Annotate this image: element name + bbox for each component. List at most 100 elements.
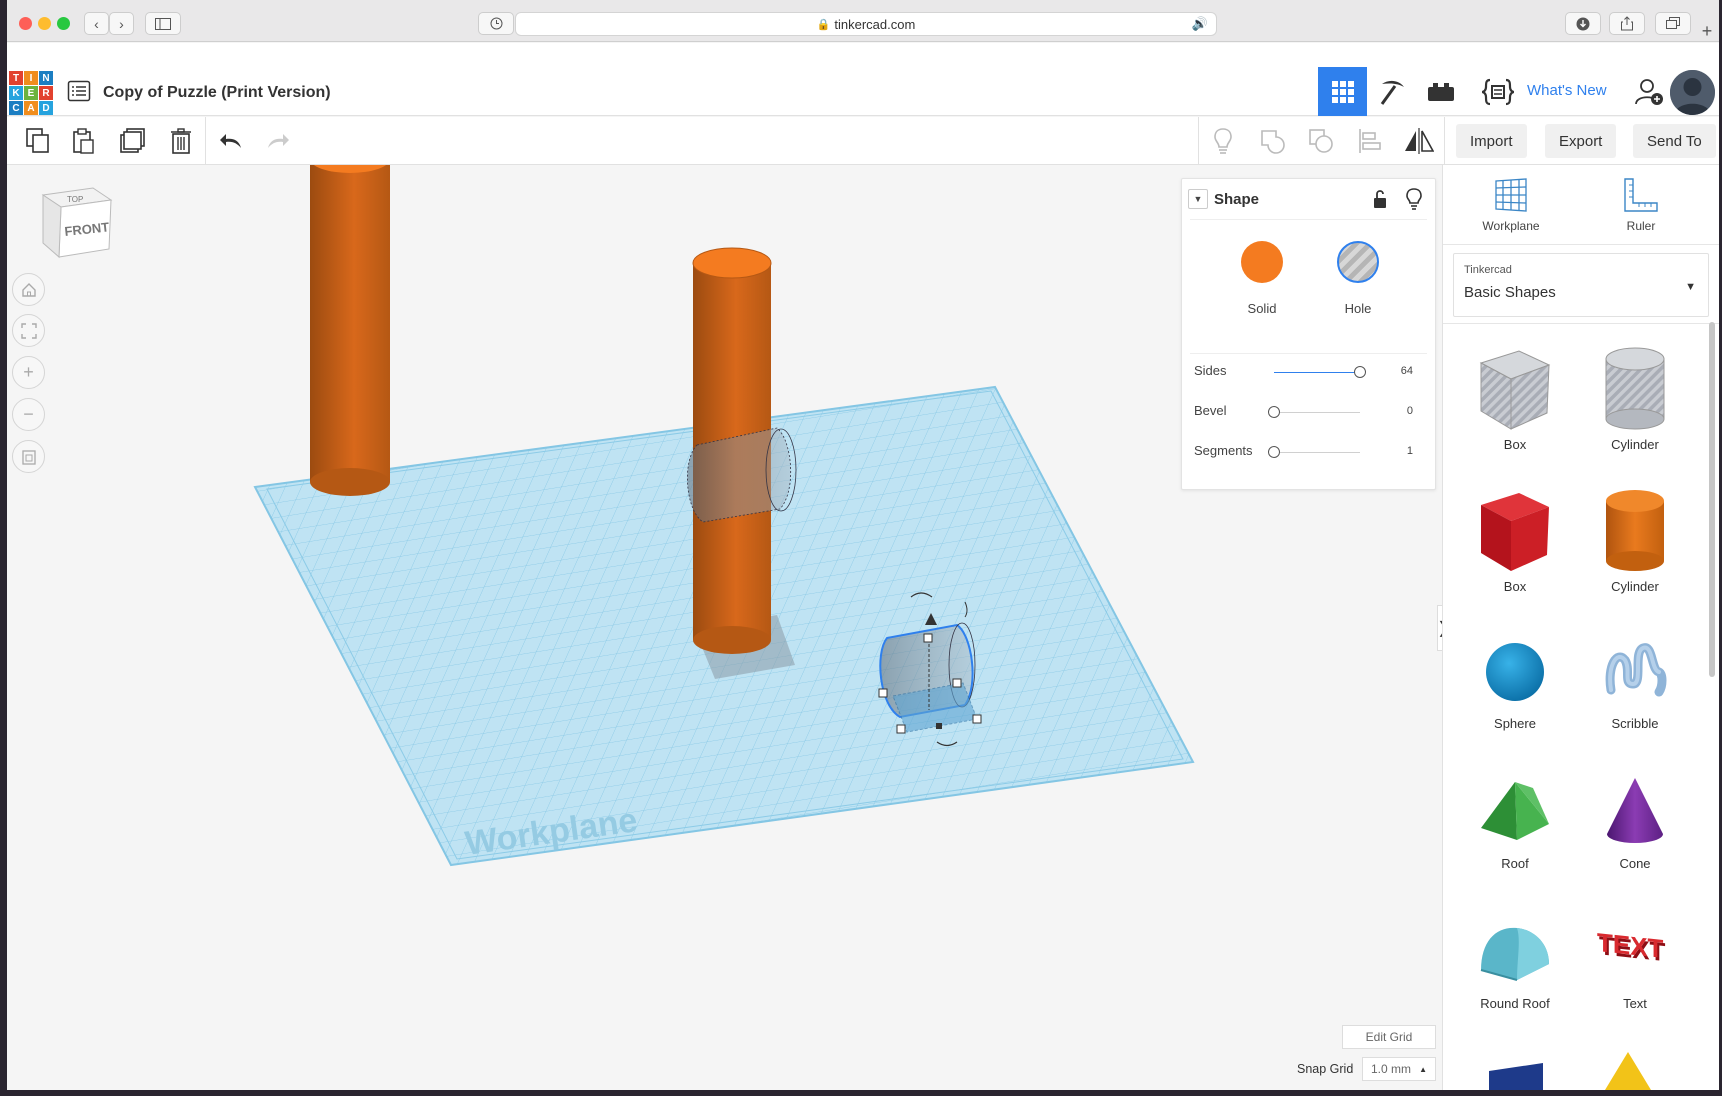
invite-user-button[interactable] <box>1624 67 1673 116</box>
home-icon <box>21 282 36 297</box>
shape-roof[interactable]: Roof <box>1460 770 1570 871</box>
property-value[interactable]: 64 <box>1401 365 1413 377</box>
sphere-icon <box>1486 643 1544 701</box>
close-window-button[interactable] <box>19 17 32 30</box>
property-slider-track[interactable] <box>1274 372 1360 373</box>
back-button[interactable]: ‹ <box>84 12 109 35</box>
fit-view-button[interactable] <box>12 314 45 347</box>
home-view-button[interactable] <box>12 273 45 306</box>
blocks-view-button[interactable] <box>1367 67 1416 116</box>
export-button[interactable]: Export <box>1545 124 1617 158</box>
delete-button[interactable] <box>158 117 204 165</box>
shape-sphere[interactable]: Sphere <box>1460 630 1570 731</box>
duplicate-icon <box>120 128 145 153</box>
collapse-inspector-button[interactable]: ▼ <box>1188 189 1208 209</box>
property-slider-knob[interactable] <box>1354 366 1366 378</box>
duplicate-button[interactable] <box>110 117 156 165</box>
shape-label: Box <box>1503 579 1527 594</box>
downloads-button[interactable] <box>1565 12 1601 35</box>
ungroup-icon <box>1309 129 1333 153</box>
address-bar[interactable]: 🔒 tinkercad.com 🔊 <box>515 12 1217 36</box>
shape-text[interactable]: TEXT TEXT Text <box>1580 910 1690 1011</box>
hide-button[interactable] <box>1406 188 1422 215</box>
panel-divider <box>1443 244 1719 245</box>
workplane-tool[interactable]: Workplane <box>1466 177 1556 233</box>
solid-swatch[interactable] <box>1241 241 1283 283</box>
avatar[interactable] <box>1670 70 1715 115</box>
chevron-right-icon: › <box>119 15 124 32</box>
logo-letter: D <box>39 101 53 115</box>
align-button[interactable] <box>1347 117 1393 165</box>
shape-round-roof[interactable]: Round Roof <box>1460 910 1570 1011</box>
property-value[interactable]: 1 <box>1407 445 1413 457</box>
resize-handle[interactable] <box>923 633 933 643</box>
3d-design-view-button[interactable] <box>1318 67 1367 116</box>
resize-handle[interactable] <box>972 714 982 724</box>
tabs-button[interactable] <box>1655 12 1691 35</box>
resize-handle[interactable] <box>896 724 906 734</box>
forward-button[interactable]: › <box>109 12 134 35</box>
design-title[interactable]: Copy of Puzzle (Print Version) <box>103 84 331 102</box>
share-button[interactable] <box>1609 12 1645 35</box>
round-roof-icon <box>1480 927 1549 981</box>
shape-library-select[interactable]: Tinkercad Basic Shapes ▼ <box>1453 253 1709 317</box>
copy-button[interactable] <box>15 117 61 165</box>
zoom-window-button[interactable] <box>57 17 70 30</box>
tinkercad-logo[interactable]: T I N K E R C A D <box>9 71 53 115</box>
user-avatar-icon <box>1670 70 1715 115</box>
import-button[interactable]: Import <box>1456 124 1527 158</box>
tabs-icon <box>1666 17 1680 29</box>
shape-label: Sphere <box>1494 716 1536 731</box>
shape-cylinder[interactable]: Cylinder <box>1580 487 1690 594</box>
property-slider-knob[interactable] <box>1268 446 1280 458</box>
view-cube[interactable]: TOP FRONT <box>35 183 115 270</box>
orange-cylinder-left[interactable] <box>310 165 390 496</box>
hole-swatch[interactable] <box>1337 241 1379 283</box>
property-value[interactable]: 0 <box>1407 405 1413 417</box>
shape-box[interactable]: Box <box>1460 487 1570 594</box>
send-to-button[interactable]: Send To <box>1633 124 1716 158</box>
mirror-button[interactable] <box>1396 117 1442 165</box>
group-button[interactable] <box>1249 117 1295 165</box>
design-menu-button[interactable] <box>67 79 91 103</box>
text-3d-icon: TEXTTEXT <box>1597 927 1666 967</box>
ortho-view-button[interactable] <box>12 440 45 473</box>
edit-grid-button[interactable]: Edit Grid <box>1342 1025 1436 1049</box>
resize-handle[interactable] <box>878 688 888 698</box>
shape-cylinder-hole[interactable]: Cylinder <box>1580 345 1690 452</box>
ungroup-button[interactable] <box>1298 117 1344 165</box>
history-button[interactable] <box>478 12 514 35</box>
undo-button[interactable] <box>208 117 254 165</box>
speaker-icon[interactable]: 🔊 <box>1192 16 1208 32</box>
shape-scribble[interactable]: Scribble <box>1580 630 1690 731</box>
shape-box-hole[interactable]: Box <box>1460 345 1570 452</box>
bricks-view-button[interactable] <box>1416 67 1465 116</box>
logo-letter: E <box>24 86 38 100</box>
resize-handle[interactable] <box>952 678 962 688</box>
logo-letter: N <box>39 71 53 85</box>
minimize-window-button[interactable] <box>38 17 51 30</box>
resize-handle-mid[interactable] <box>936 723 942 729</box>
panel-scrollbar[interactable] <box>1709 322 1715 677</box>
hole-label: Hole <box>1344 301 1372 316</box>
shape-cone[interactable]: Cone <box>1580 770 1690 871</box>
property-slider-track[interactable] <box>1274 452 1360 453</box>
zoom-out-button[interactable]: − <box>12 398 45 431</box>
new-tab-button[interactable]: + <box>1697 20 1717 43</box>
paste-button[interactable] <box>61 117 107 165</box>
codeblocks-view-button[interactable] <box>1473 67 1522 116</box>
ruler-tool[interactable]: Ruler <box>1596 177 1686 233</box>
zoom-in-button[interactable]: + <box>12 356 45 389</box>
clock-icon <box>490 17 502 30</box>
notes-button[interactable] <box>1200 117 1246 165</box>
property-slider-knob[interactable] <box>1268 406 1280 418</box>
property-slider-track[interactable] <box>1274 412 1360 413</box>
browser-toolbar: ‹ › 🔒 tinkercad.com 🔊 + <box>7 0 1719 42</box>
redo-button[interactable] <box>255 117 301 165</box>
sidebar-toggle-button[interactable] <box>145 12 181 35</box>
download-icon <box>1576 17 1590 30</box>
lock-button[interactable] <box>1372 189 1388 214</box>
snap-grid-select[interactable]: 1.0 mm ▲ <box>1362 1057 1436 1081</box>
scribble-icon <box>1605 643 1667 697</box>
whats-new-link[interactable]: What's New <box>1527 82 1607 99</box>
